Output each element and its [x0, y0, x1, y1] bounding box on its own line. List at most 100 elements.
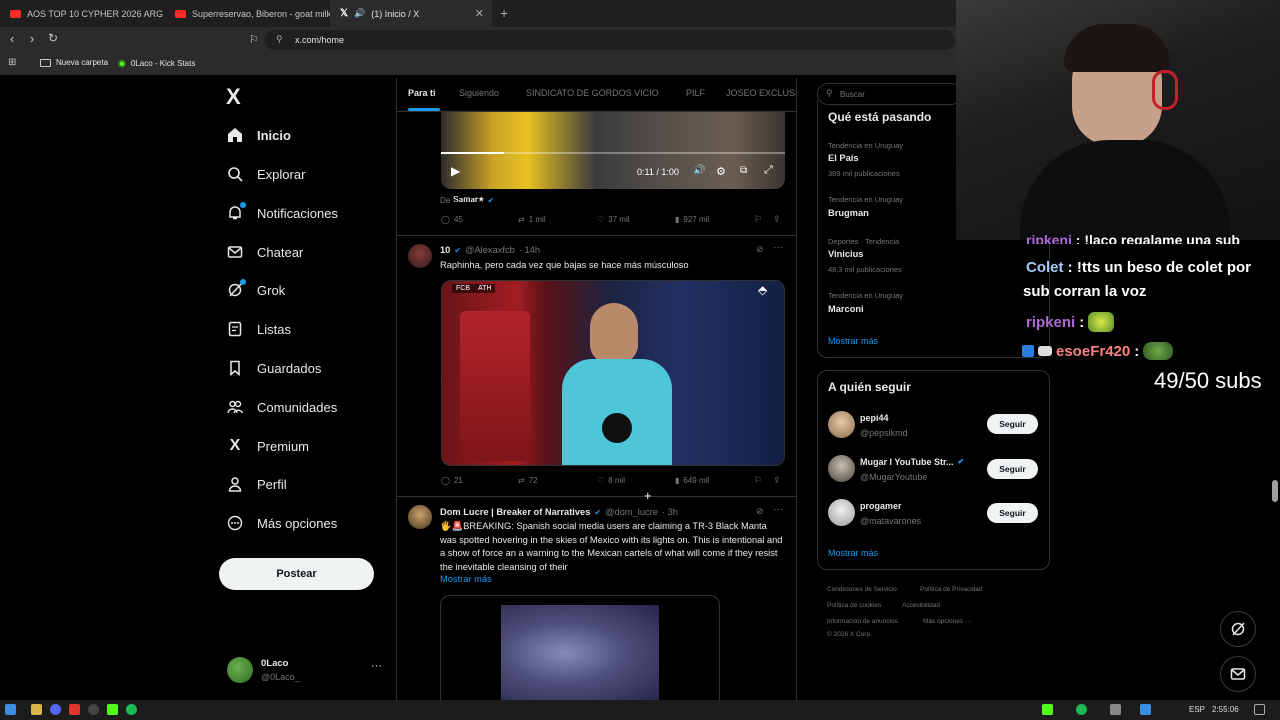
nav-premium[interactable]: X Premium [227, 437, 309, 454]
bookmark-star-icon[interactable]: ⚐ [249, 33, 259, 46]
more-icon[interactable]: ··· [773, 242, 783, 253]
nav-home[interactable]: Inicio [227, 127, 291, 143]
settings-gear-icon[interactable]: ⚙ [716, 165, 726, 178]
notification-center-icon[interactable] [1254, 704, 1265, 715]
views-button[interactable]: ▮ 649 mil [675, 476, 709, 485]
views-button[interactable]: ▮ 927 mil [675, 215, 709, 224]
avatar[interactable] [828, 455, 855, 482]
footer-link[interactable]: Información de anuncios [827, 618, 898, 625]
language-indicator[interactable]: ESP [1189, 705, 1205, 714]
trend-item[interactable]: Marconi [828, 304, 864, 314]
author-name[interactable]: Dom Lucre | Breaker of Narratives [440, 507, 590, 517]
grok-float-button[interactable] [1220, 611, 1256, 647]
apps-grid-icon[interactable]: ⊞ [8, 57, 16, 68]
reload-icon[interactable]: ↻ [48, 31, 58, 45]
bookmark-item[interactable]: ◉ 0Laco - Kick Stats [118, 58, 195, 69]
kick-icon[interactable] [107, 704, 118, 715]
clock[interactable]: 2:55:06 [1212, 705, 1239, 714]
author-handle[interactable]: @dom_lucre [605, 507, 658, 517]
discord-icon[interactable] [50, 704, 61, 715]
spotify-icon[interactable] [126, 704, 137, 715]
account-switcher[interactable]: 0Laco @0Laco_ ··· [227, 656, 387, 686]
pip-icon[interactable]: ⧉ [740, 165, 747, 176]
follow-button[interactable]: Seguir [987, 459, 1038, 479]
grok-explain-icon[interactable]: ⊘ [756, 244, 764, 255]
nav-explore[interactable]: Explorar [227, 166, 305, 182]
author-handle[interactable]: @Alexaxfcb [465, 245, 515, 255]
reply-button[interactable]: ◯ 45 [441, 215, 463, 224]
start-icon[interactable] [5, 704, 16, 715]
expand-icon[interactable]: ⬘ [758, 283, 767, 297]
tweet-media-frame[interactable] [440, 595, 720, 701]
share-tweet-icon[interactable]: ⇪ [773, 475, 781, 486]
forward-icon[interactable]: › [30, 31, 34, 46]
trend-item[interactable]: El País [828, 153, 859, 163]
trend-item[interactable]: Vinicius [828, 249, 863, 259]
tab-list-sindicato[interactable]: SINDICATO DE GORDOS VICIO [526, 88, 659, 98]
close-tab-icon[interactable]: ✕ [475, 7, 484, 20]
more-icon[interactable]: ··· [773, 504, 783, 515]
follow-name[interactable]: Mugar I YouTube Str... [860, 457, 954, 467]
tweet-time[interactable]: · 3h [662, 507, 678, 517]
browser-tab-active[interactable]: 𝕏 🔊 (1) Inicio / X ✕ [330, 0, 492, 27]
bookmark-tweet-icon[interactable]: ⚐ [754, 475, 762, 486]
author-name[interactable]: 10 [440, 245, 450, 255]
sky-video-thumbnail[interactable] [501, 605, 659, 701]
repost-button[interactable]: ⇄ 72 [518, 476, 538, 485]
trends-show-more[interactable]: Mostrar más [828, 336, 878, 346]
nav-grok[interactable]: Grok [227, 279, 285, 298]
tab-following[interactable]: Siguiendo [459, 88, 499, 98]
share-tweet-icon[interactable]: ⇪ [773, 214, 781, 225]
footer-link[interactable]: Accesibilidad [902, 602, 940, 609]
site-info-icon[interactable]: ⚲ [276, 34, 283, 45]
brave-icon[interactable] [69, 704, 80, 715]
nav-communities[interactable]: Comunidades [227, 399, 337, 415]
reply-button[interactable]: ◯ 21 [441, 476, 463, 485]
tray-network-icon[interactable] [1140, 704, 1151, 715]
tweet-time[interactable]: · 14h [519, 245, 540, 255]
nav-profile[interactable]: Perfil [227, 476, 287, 492]
follow-button[interactable]: Seguir [987, 414, 1038, 434]
avatar[interactable] [408, 244, 432, 268]
video-player[interactable]: ▶ 0:11 / 1:00 🔊 ⚙ ⧉ ⤢ [441, 112, 785, 189]
more-icon[interactable]: ··· [371, 660, 382, 672]
repost-button[interactable]: ⇄ 1 mil [518, 215, 546, 224]
follow-button[interactable]: Seguir [987, 503, 1038, 523]
messages-float-button[interactable] [1220, 656, 1256, 692]
like-button[interactable]: ♡ 8 mil [597, 476, 625, 485]
grok-explain-icon[interactable]: ⊘ [756, 506, 764, 517]
nav-notifications[interactable]: Notificaciones [227, 202, 338, 221]
from-user[interactable]: 𝐒𝐚𝐦𝐚𝐫★ [453, 195, 484, 205]
back-icon[interactable]: ‹ [10, 31, 14, 46]
tray-kick-icon[interactable] [1042, 704, 1053, 715]
tray-spotify-icon[interactable] [1076, 704, 1087, 715]
avatar[interactable] [828, 411, 855, 438]
nav-bookmarks[interactable]: Guardados [227, 360, 321, 376]
footer-link[interactable]: Política de cookies [827, 602, 881, 609]
follow-name[interactable]: pepi44 [860, 413, 889, 423]
bookmark-tweet-icon[interactable]: ⚐ [754, 214, 762, 225]
fullscreen-icon[interactable]: ⤢ [764, 164, 773, 177]
browser-tab[interactable]: Superreservao, Biberon - goat milk - [165, 0, 330, 27]
follow-name[interactable]: progamer [860, 501, 902, 511]
footer-link[interactable]: Más opciones ··· [923, 618, 971, 625]
tray-icon[interactable] [1110, 704, 1121, 715]
avatar[interactable] [408, 505, 432, 529]
tweet-media-image[interactable]: FCB ATH ⬘ [441, 280, 785, 466]
browser-tab[interactable]: AOS TOP 10 CYPHER 2026 ARG - You [0, 0, 165, 27]
show-more-link[interactable]: Mostrar más [440, 574, 492, 584]
tab-for-you[interactable]: Para ti [408, 88, 436, 98]
follow-show-more[interactable]: Mostrar más [828, 548, 878, 558]
nav-more[interactable]: Más opciones [227, 515, 337, 531]
avatar[interactable] [828, 499, 855, 526]
bookmark-item[interactable]: Nueva carpeta [40, 58, 108, 67]
post-button[interactable]: Postear [219, 558, 374, 590]
volume-icon[interactable]: 🔊 [693, 165, 705, 176]
x-logo[interactable]: X [226, 84, 241, 110]
trend-item[interactable]: Brugman [828, 208, 869, 218]
play-icon[interactable]: ▶ [451, 164, 460, 178]
like-button[interactable]: ♡ 37 mil [597, 215, 630, 224]
footer-link[interactable]: Condiciones de Servicio [827, 586, 897, 593]
nav-lists[interactable]: Listas [227, 321, 291, 337]
page-scrollbar[interactable] [1272, 480, 1278, 502]
